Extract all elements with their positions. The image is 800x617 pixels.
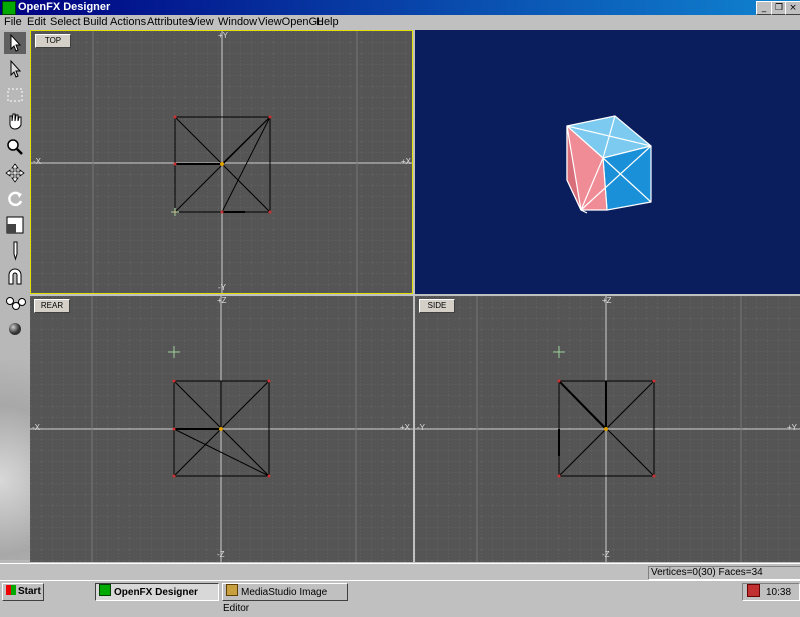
axis-label-side-yright: +Y <box>787 423 798 432</box>
axis-label-rear-xright: +X <box>400 423 411 432</box>
viewport-rear[interactable]: REAR +Z -Z -X +X <box>30 296 413 562</box>
menu-file[interactable]: File <box>4 16 22 28</box>
task-mediastudio[interactable]: MediaStudio Image Editor <box>222 583 348 614</box>
viewport-side-label[interactable]: SIDE <box>419 299 455 313</box>
tool-palette <box>0 30 30 563</box>
viewport-rear-label[interactable]: REAR <box>34 299 70 313</box>
toolbar-decoration <box>0 360 30 560</box>
viewport-top-canvas[interactable] <box>31 31 413 294</box>
select-tool-icon[interactable] <box>4 58 26 80</box>
menu-view[interactable]: View <box>190 16 214 28</box>
viewport-top-label[interactable]: TOP <box>35 34 71 48</box>
windows-logo-icon <box>6 585 16 595</box>
viewport-rear-canvas[interactable] <box>30 296 413 562</box>
pen-tool-icon[interactable] <box>4 240 26 262</box>
scale-icon[interactable] <box>4 214 26 236</box>
perspective-canvas[interactable] <box>415 30 800 294</box>
box-select-icon[interactable] <box>4 84 26 106</box>
system-tray: 10:38 <box>742 583 800 601</box>
axis-label-side-yleft: -Y <box>417 423 425 432</box>
viewport-side-canvas[interactable] <box>415 296 800 562</box>
title-bar: OpenFX Designer _ ❐ × <box>0 0 800 15</box>
menu-window[interactable]: Window <box>218 16 257 28</box>
menu-build[interactable]: Build <box>83 16 107 28</box>
magnet-icon[interactable] <box>4 266 26 288</box>
axis-label-rear-zbottom: -Z <box>217 550 225 559</box>
clock: 10:38 <box>766 587 792 598</box>
task-openfx-label: OpenFX Designer <box>114 587 198 598</box>
vertex-tool-icon[interactable] <box>4 292 26 314</box>
menu-actions[interactable]: Actions <box>110 16 146 28</box>
sphere-icon[interactable] <box>4 318 26 340</box>
zoom-icon[interactable] <box>4 136 26 158</box>
viewport-perspective[interactable] <box>415 30 800 294</box>
menu-edit[interactable]: Edit <box>27 16 46 28</box>
menu-bar: File Edit Select Build Actions Attribute… <box>0 15 800 30</box>
window-title: OpenFX Designer <box>18 1 111 13</box>
menu-help[interactable]: Help <box>316 16 339 28</box>
axis-label-top-ybottom: -Y <box>218 283 226 292</box>
axis-label-rear-ztop: +Z <box>217 296 227 305</box>
status-bar: Vertices=0(30) Faces=34 <box>0 563 800 580</box>
openfx-icon <box>99 584 111 596</box>
task-openfx-designer[interactable]: OpenFX Designer <box>95 583 219 601</box>
status-vertices-faces: Vertices=0(30) Faces=34 <box>648 566 800 580</box>
taskbar: Start OpenFX Designer MediaStudio Image … <box>0 580 800 614</box>
menu-select[interactable]: Select <box>50 16 81 28</box>
task-mediastudio-label: MediaStudio Image Editor <box>223 587 328 614</box>
cube-shaded <box>566 115 652 214</box>
rotate-icon[interactable] <box>4 188 26 210</box>
axis-label-side-ztop: +Z <box>602 296 612 305</box>
start-button[interactable]: Start <box>2 583 44 601</box>
menu-attributes[interactable]: Attributes <box>147 16 193 28</box>
move-icon[interactable] <box>4 162 26 184</box>
menu-viewopengl[interactable]: ViewOpenGL <box>258 16 323 28</box>
hand-pan-icon[interactable] <box>4 110 26 132</box>
mediastudio-icon <box>226 584 238 596</box>
viewport-top[interactable]: TOP +Y -Y -X +X <box>30 30 413 294</box>
pointer-tool-icon[interactable] <box>4 32 26 54</box>
tray-app-icon[interactable] <box>747 584 760 597</box>
viewport-side[interactable]: SIDE +Z -Z -Y +Y <box>415 296 800 562</box>
axis-label-top-xright: +X <box>401 157 412 166</box>
minimize-button[interactable]: _ <box>756 1 772 15</box>
axis-label-top-xleft: -X <box>33 157 41 166</box>
app-icon[interactable] <box>2 1 16 15</box>
axis-label-top-ytop: +Y <box>218 31 229 40</box>
start-label: Start <box>18 586 41 597</box>
axis-label-side-zbottom: -Z <box>602 550 610 559</box>
axis-label-rear-xleft: -X <box>32 423 40 432</box>
close-button[interactable]: × <box>785 1 800 15</box>
